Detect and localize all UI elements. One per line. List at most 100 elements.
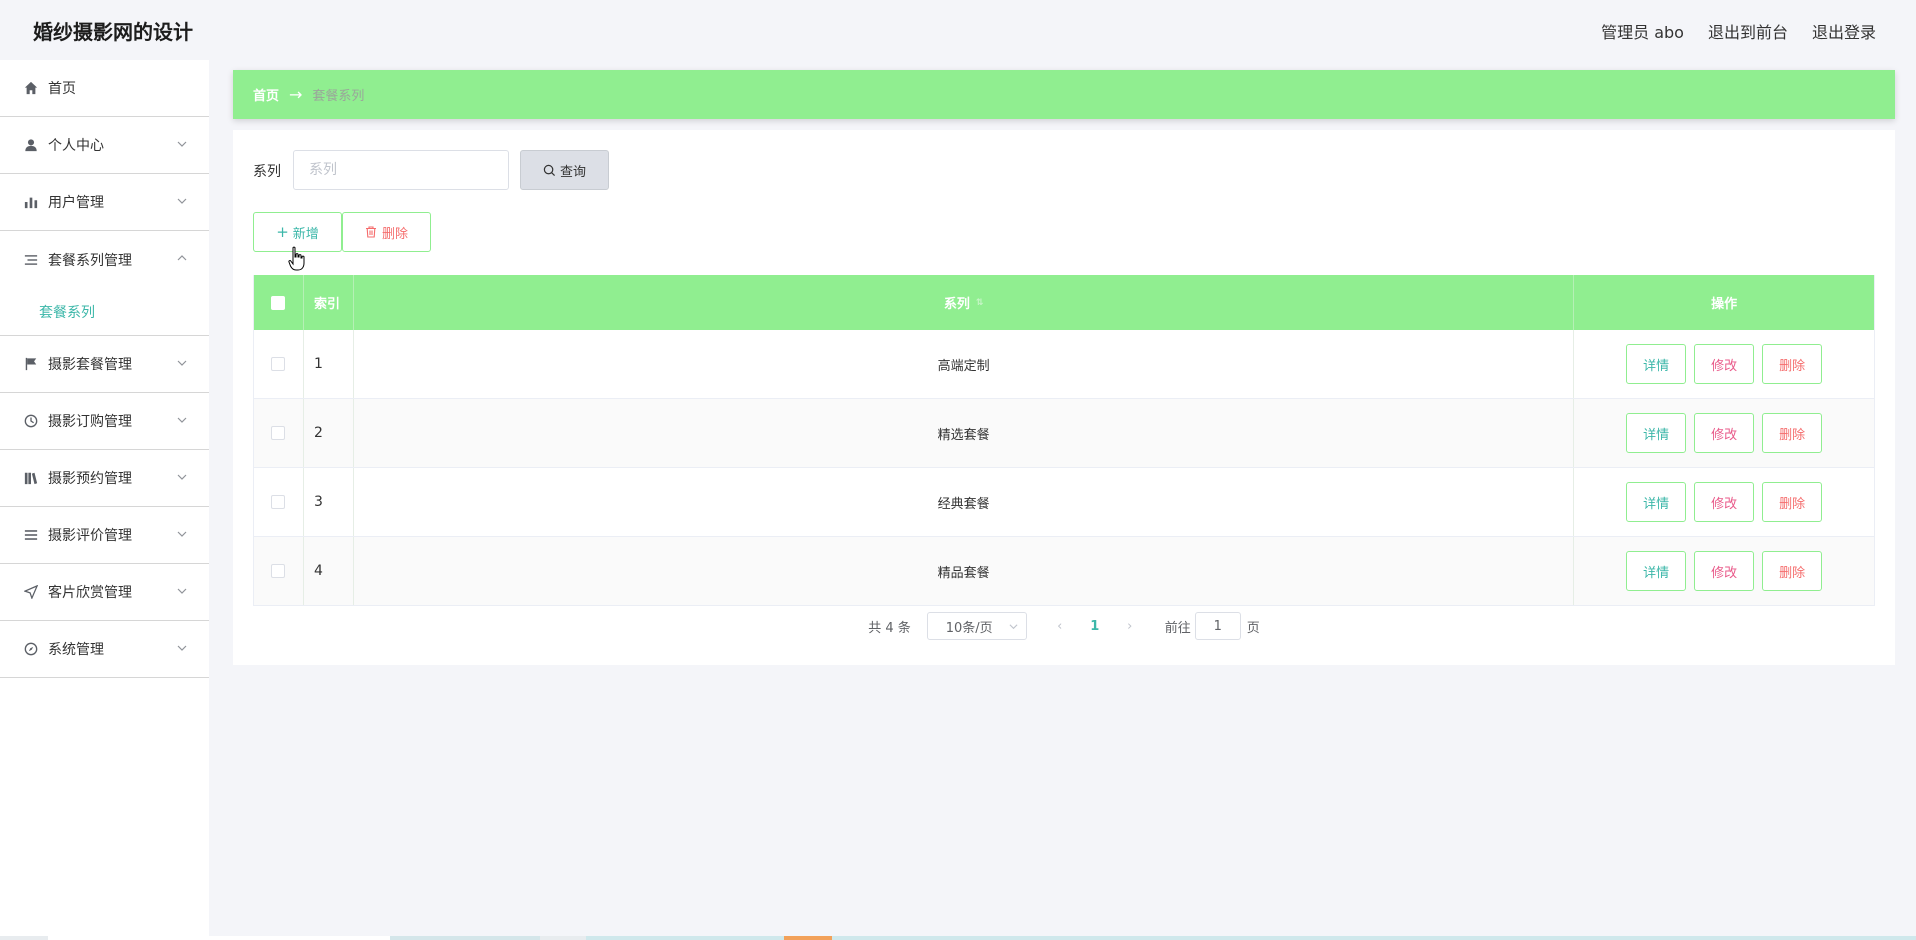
home-icon <box>23 80 39 96</box>
series-search-input[interactable] <box>293 150 509 190</box>
sidebar-item-personal-center[interactable]: 个人中心 <box>0 117 209 174</box>
sidebar-item-label: 系统管理 <box>48 642 104 658</box>
chevron-down-icon <box>177 360 187 366</box>
chevron-up-icon <box>177 255 187 261</box>
sidebar-item-label: 首页 <box>48 81 76 97</box>
page-size-select[interactable]: 10条/页 <box>926 612 1027 640</box>
taskbar-segment <box>48 936 390 940</box>
delete-button[interactable]: 删除 <box>1762 551 1823 591</box>
logout-link[interactable]: 退出登录 <box>1812 19 1876 43</box>
exit-to-front-link[interactable]: 退出到前台 <box>1708 19 1788 43</box>
query-button-label: 查询 <box>559 164 586 180</box>
clock-icon <box>23 413 39 429</box>
edit-button[interactable]: 修改 <box>1694 551 1755 591</box>
goto-page-input[interactable] <box>1194 612 1241 640</box>
sidebar-item-users[interactable]: 用户管理 <box>0 174 209 231</box>
breadcrumb-home[interactable]: 首页 <box>253 85 279 104</box>
sidebar-item-package-series-mgmt[interactable]: 套餐系列管理 <box>0 231 209 288</box>
row-check-cell <box>254 468 304 536</box>
edit-button[interactable]: 修改 <box>1694 344 1755 384</box>
header-select-all[interactable] <box>254 275 304 330</box>
taskbar-segment <box>586 936 786 940</box>
sidebar-item-photo-orders[interactable]: 摄影订购管理 <box>0 393 209 450</box>
select-all-checkbox[interactable] <box>271 295 286 310</box>
sidebar-item-label: 摄影预约管理 <box>48 471 132 487</box>
row-checkbox[interactable] <box>271 426 286 440</box>
row-series: 高端定制 <box>354 330 1575 398</box>
sidebar-item-system[interactable]: 系统管理 <box>0 621 209 678</box>
batch-delete-button[interactable]: 删除 <box>342 212 431 252</box>
search-label: 系列 <box>253 164 281 180</box>
app-title: 婚纱摄影网的设计 <box>33 20 193 44</box>
goto-suffix: 页 <box>1246 620 1260 636</box>
chevron-down-icon <box>1009 624 1018 630</box>
search-icon <box>543 164 556 176</box>
bottom-taskbar-strip <box>0 936 1916 940</box>
bar-chart-icon <box>23 194 39 210</box>
series-table: 索引 系列 ⇅ 操作 1 高端定制 详情 修改 删除 2 精选套餐 详情 修改 <box>253 275 1875 606</box>
admin-username[interactable]: 管理员 abo <box>1601 19 1684 43</box>
detail-button[interactable]: 详情 <box>1626 344 1687 384</box>
flag-icon <box>23 356 39 372</box>
detail-button[interactable]: 详情 <box>1626 482 1687 522</box>
top-header: 婚纱摄影网的设计 管理员 abo 退出到前台 退出登录 <box>0 0 1916 60</box>
delete-button[interactable]: 删除 <box>1762 482 1823 522</box>
sidebar-item-label: 个人中心 <box>48 138 104 154</box>
sidebar-group-package-series: 套餐系列管理 套餐系列 <box>0 231 209 336</box>
header-ops: 操作 <box>1711 297 1738 312</box>
list-icon <box>23 252 39 268</box>
sidebar-item-home[interactable]: 首页 <box>0 60 209 117</box>
row-ops: 详情 修改 删除 <box>1574 399 1874 467</box>
sort-icon[interactable]: ⇅ <box>976 298 984 308</box>
row-check-cell <box>254 330 304 398</box>
trash-icon <box>365 226 376 238</box>
table-row: 1 高端定制 详情 修改 删除 <box>254 330 1874 399</box>
sidebar-item-label: 客片欣赏管理 <box>48 585 132 601</box>
chevron-down-icon <box>177 531 187 537</box>
row-ops: 详情 修改 删除 <box>1574 537 1874 605</box>
taskbar-segment <box>784 936 832 940</box>
page-size-value: 10条/页 <box>945 620 993 636</box>
sidebar-item-photo-appointments[interactable]: 摄影预约管理 <box>0 450 209 507</box>
detail-button[interactable]: 详情 <box>1626 413 1687 453</box>
delete-button-label: 删除 <box>381 226 408 242</box>
sidebar-subitem-package-series[interactable]: 套餐系列 <box>0 288 209 335</box>
prev-page-icon[interactable]: ‹ <box>1045 619 1075 634</box>
edit-button[interactable]: 修改 <box>1694 482 1755 522</box>
header-series[interactable]: 系列 ⇅ <box>354 275 1575 330</box>
row-checkbox[interactable] <box>271 357 286 371</box>
chevron-down-icon <box>177 417 187 423</box>
row-series: 经典套餐 <box>354 468 1575 536</box>
query-button[interactable]: 查询 <box>520 150 609 190</box>
sidebar-subitem-label: 套餐系列 <box>39 304 95 321</box>
table-row: 3 经典套餐 详情 修改 删除 <box>254 468 1874 537</box>
plus-icon: + <box>276 223 289 241</box>
pagination: 共 4 条 10条/页 ‹ 1 › 前往 页 <box>233 612 1895 640</box>
user-icon <box>23 137 39 153</box>
sidebar-item-photo-packages[interactable]: 摄影套餐管理 <box>0 336 209 393</box>
row-index: 1 <box>304 330 354 398</box>
delete-button[interactable]: 删除 <box>1762 344 1823 384</box>
row-checkbox[interactable] <box>271 564 286 578</box>
chevron-down-icon <box>177 198 187 204</box>
edit-button[interactable]: 修改 <box>1694 413 1755 453</box>
breadcrumb-arrow-icon: → <box>289 85 303 104</box>
breadcrumb-current: 套餐系列 <box>312 89 365 104</box>
sidebar-item-label: 摄影评价管理 <box>48 528 132 544</box>
sidebar: 首页 个人中心 用户管理 套餐系列管理 套餐系列 摄影套餐管理 摄影订购管理 摄… <box>0 60 209 940</box>
delete-button[interactable]: 删除 <box>1762 413 1823 453</box>
row-index: 2 <box>304 399 354 467</box>
header-links: 管理员 abo 退出到前台 退出登录 <box>1601 19 1876 43</box>
page-number[interactable]: 1 <box>1075 619 1115 634</box>
sidebar-item-label: 摄影套餐管理 <box>48 357 132 373</box>
add-button-label: 新增 <box>292 226 319 242</box>
row-checkbox[interactable] <box>271 495 286 509</box>
sidebar-item-label: 用户管理 <box>48 195 104 211</box>
sidebar-item-label: 套餐系列管理 <box>48 252 132 269</box>
taskbar-segment <box>390 936 540 940</box>
next-page-icon[interactable]: › <box>1115 619 1145 634</box>
sidebar-item-client-gallery[interactable]: 客片欣赏管理 <box>0 564 209 621</box>
sidebar-item-label: 摄影订购管理 <box>48 414 132 430</box>
detail-button[interactable]: 详情 <box>1626 551 1687 591</box>
sidebar-item-photo-reviews[interactable]: 摄影评价管理 <box>0 507 209 564</box>
